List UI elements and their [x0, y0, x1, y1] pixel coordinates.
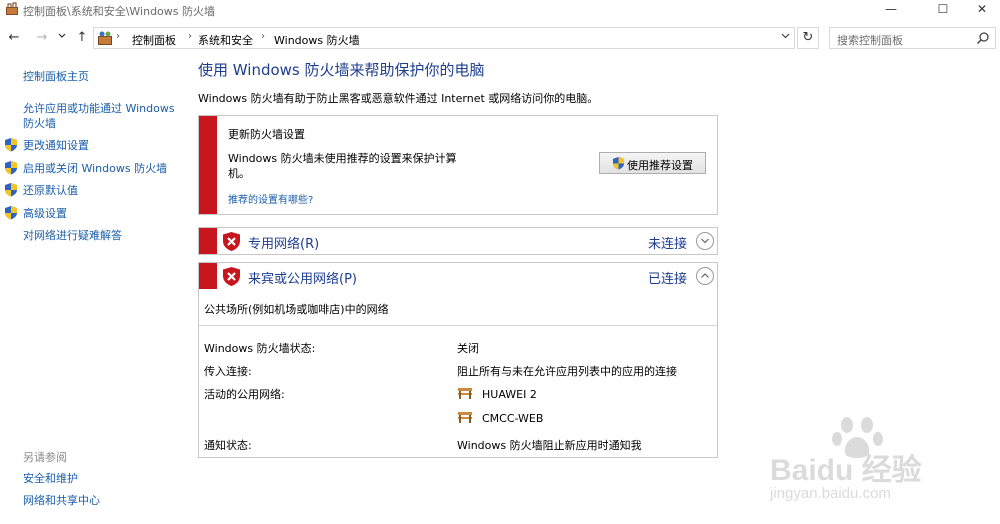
public-network-header[interactable]: 来宾或公用网络(P) 已连接 — [198, 262, 718, 290]
chevron-down-icon — [58, 33, 66, 38]
allow-app-link-line1: 允许应用或功能通过 Windows — [23, 102, 175, 115]
firewall-state-label: Windows 防火墙状态: — [204, 342, 316, 355]
private-network-name: 专用网络(R) — [248, 237, 320, 252]
security-maintenance-link[interactable]: 安全和维护 — [23, 471, 78, 486]
public-network-description: 公共场所(例如机场或咖啡店)中的网络 — [204, 303, 389, 316]
collapse-chevron-icon[interactable] — [696, 267, 714, 285]
address-dropdown-icon[interactable] — [781, 31, 790, 43]
incoming-connections-value: 阻止所有与未在允许应用列表中的应用的连接 — [457, 365, 677, 378]
uac-shield-icon — [5, 161, 17, 175]
warning-color-bar — [199, 228, 217, 254]
update-panel-text: Windows 防火墙未使用推荐的设置来保护计算机。 — [228, 152, 457, 180]
public-network-bench-icon — [458, 388, 472, 399]
incoming-connections-label: 传入连接: — [204, 365, 252, 378]
update-panel-title: 更新防火墙设置 — [228, 128, 305, 141]
chevron-down-icon — [781, 33, 790, 39]
public-network-name: 来宾或公用网络(P) — [248, 272, 357, 287]
notification-state-value: Windows 防火墙阻止新应用时通知我 — [457, 439, 642, 452]
control-panel-icon — [98, 31, 112, 45]
search-input[interactable]: 搜索控制面板 — [829, 27, 996, 49]
change-notification-settings-link[interactable]: 更改通知设置 — [23, 138, 89, 153]
title-bar: 控制面板\系统和安全\Windows 防火墙 — ☐ ✕ — [0, 0, 1000, 20]
private-network-status: 未连接 — [647, 237, 687, 252]
maximize-button[interactable]: ☐ — [920, 0, 966, 20]
red-x-shield-icon — [223, 232, 240, 251]
use-recommended-settings-button[interactable]: 使用推荐设置 — [599, 152, 706, 174]
active-network-name: CMCC-WEB — [482, 412, 544, 425]
navigation-bar: ← → ↑ › 控制面板 › 系统和安全 › Windows 防火墙 ↻ 搜索控… — [0, 26, 1000, 50]
firewall-state-value: 关闭 — [457, 342, 479, 355]
divider — [199, 325, 717, 326]
private-network-header[interactable]: 专用网络(R) 未连接 — [198, 227, 718, 255]
uac-shield-icon — [5, 206, 17, 220]
search-placeholder: 搜索控制面板 — [837, 34, 903, 47]
breadcrumb-separator-icon: › — [116, 31, 120, 42]
page-description: Windows 防火墙有助于防止黑客或恶意软件通过 Internet 或网络访问… — [198, 92, 599, 105]
address-bar[interactable]: › 控制面板 › 系统和安全 › Windows 防火墙 — [93, 27, 795, 49]
breadcrumb-system-security[interactable]: 系统和安全 — [198, 32, 253, 48]
left-navigation-pane: 控制面板主页 允许应用或功能通过 Windows 防火墙 更改通知设置 启用或关… — [0, 56, 190, 524]
advanced-settings-link[interactable]: 高级设置 — [23, 206, 67, 221]
active-network-name: HUAWEI 2 — [482, 388, 537, 401]
notification-state-label: 通知状态: — [204, 439, 252, 452]
minimize-button[interactable]: — — [868, 0, 914, 20]
chevron-up-icon — [701, 273, 709, 278]
troubleshoot-network-link[interactable]: 对网络进行疑难解答 — [23, 228, 122, 243]
page-title: 使用 Windows 防火墙来帮助保护你的电脑 — [198, 61, 485, 79]
public-network-status: 已连接 — [647, 272, 687, 287]
breadcrumb-firewall[interactable]: Windows 防火墙 — [274, 32, 360, 48]
back-button[interactable]: ← — [5, 28, 23, 48]
turn-firewall-on-off-link[interactable]: 启用或关闭 Windows 防火墙 — [23, 161, 167, 176]
breadcrumb-separator-icon: › — [188, 31, 192, 42]
baidu-watermark: Baidu 经验 jingyan.baidu.com — [770, 415, 960, 510]
active-public-networks-label: 活动的公用网络: — [204, 388, 285, 401]
see-also-heading: 另请参阅 — [23, 451, 67, 464]
uac-shield-icon — [612, 156, 625, 170]
allow-app-link-line2: 防火墙 — [23, 117, 56, 130]
warning-color-bar — [199, 263, 217, 289]
forward-button[interactable]: → — [33, 28, 51, 48]
uac-shield-icon — [5, 138, 17, 152]
recent-locations-button[interactable] — [56, 28, 68, 48]
watermark-brand: Baidu 经验 — [770, 454, 922, 487]
breadcrumb-separator-icon: › — [261, 31, 265, 42]
uac-shield-icon — [5, 183, 17, 197]
public-network-details: 公共场所(例如机场或咖啡店)中的网络 Windows 防火墙状态: 关闭 传入连… — [198, 289, 718, 458]
control-panel-icon — [6, 2, 18, 15]
use-recommended-settings-label: 使用推荐设置 — [627, 159, 693, 172]
close-button[interactable]: ✕ — [964, 0, 1000, 20]
control-panel-home-link[interactable]: 控制面板主页 — [23, 69, 89, 84]
update-firewall-settings-panel: 更新防火墙设置 Windows 防火墙未使用推荐的设置来保护计算机。 推荐的设置… — [198, 115, 718, 215]
window-title: 控制面板\系统和安全\Windows 防火墙 — [23, 5, 216, 18]
breadcrumb-control-panel[interactable]: 控制面板 — [132, 32, 176, 48]
warning-color-bar — [199, 116, 217, 214]
red-x-shield-icon — [223, 267, 240, 286]
refresh-button[interactable]: ↻ — [797, 27, 819, 49]
up-button[interactable]: ↑ — [73, 28, 91, 48]
public-network-bench-icon — [458, 412, 472, 423]
recommended-settings-link[interactable]: 推荐的设置有哪些? — [228, 191, 313, 206]
chevron-down-icon — [701, 238, 709, 244]
network-sharing-center-link[interactable]: 网络和共享中心 — [23, 493, 100, 508]
search-icon[interactable] — [976, 31, 990, 45]
expand-chevron-icon[interactable] — [696, 232, 714, 250]
restore-defaults-link[interactable]: 还原默认值 — [23, 183, 78, 198]
allow-app-link[interactable]: 允许应用或功能通过 Windows 防火墙 — [23, 101, 183, 131]
watermark-url: jingyan.baidu.com — [770, 485, 891, 502]
